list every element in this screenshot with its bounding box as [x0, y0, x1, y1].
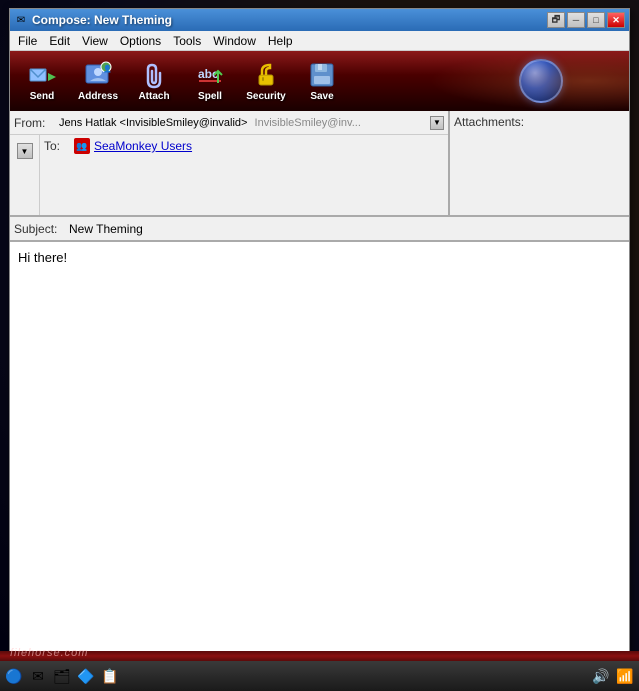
menu-bar: File Edit View Options Tools Window Help: [10, 31, 629, 51]
save-icon: [308, 61, 336, 89]
menu-help[interactable]: Help: [262, 32, 299, 50]
from-label: From:: [14, 116, 59, 130]
taskbar-icon-3[interactable]: 🔷: [76, 666, 96, 686]
to-row-3: [40, 179, 448, 201]
taskbar-start-icon[interactable]: 🔵: [4, 666, 24, 686]
address-section: From: Jens Hatlak <InvisibleSmiley@inval…: [10, 111, 449, 215]
to-row: To: 👥 SeaMonkey Users: [40, 135, 448, 157]
to-content: 👥 SeaMonkey Users: [74, 138, 444, 154]
title-buttons: 🗗 ─ □ ✕: [547, 12, 625, 28]
send-button[interactable]: Send: [16, 55, 68, 107]
window-icon: ✉: [14, 13, 28, 27]
to-arrow[interactable]: ▼: [17, 143, 33, 159]
attachments-label: Attachments:: [454, 115, 625, 129]
recipient-icon-symbol: 👥: [76, 141, 87, 152]
from-secondary: InvisibleSmiley@inv...: [255, 117, 361, 129]
attachments-section: Attachments:: [449, 111, 629, 215]
from-row: From: Jens Hatlak <InvisibleSmiley@inval…: [10, 111, 448, 135]
compose-area: From: Jens Hatlak <InvisibleSmiley@inval…: [10, 111, 629, 677]
to-row-2: [40, 157, 448, 179]
taskbar-right: 🔊 📶: [591, 666, 635, 686]
recipient-icon: 👥: [74, 138, 90, 154]
subject-value: New Theming: [69, 222, 143, 236]
taskbar-volume-icon[interactable]: 🔊: [591, 666, 611, 686]
minimize-button[interactable]: ─: [567, 12, 585, 28]
filehorse-text: filehorse.com: [10, 647, 88, 659]
address-label: Address: [78, 91, 118, 102]
to-label: To:: [44, 139, 74, 153]
taskbar-icon-4[interactable]: 📋: [100, 666, 120, 686]
title-bar: ✉ Compose: New Theming 🗗 ─ □ ✕: [10, 9, 629, 31]
subject-label: Subject:: [14, 222, 69, 236]
body-area[interactable]: Hi there!: [10, 240, 629, 677]
to-right: To: 👥 SeaMonkey Users: [40, 135, 448, 215]
title-bar-left: ✉ Compose: New Theming: [14, 13, 172, 27]
svg-text:👤: 👤: [103, 64, 112, 73]
attach-icon: [140, 61, 168, 89]
save-label: Save: [310, 91, 333, 102]
restore-button[interactable]: 🗗: [547, 12, 565, 28]
security-label: Security: [246, 91, 285, 102]
menu-edit[interactable]: Edit: [43, 32, 76, 50]
taskbar-network-icon[interactable]: 📶: [615, 666, 635, 686]
taskbar: 🔵 ✉ 🗂 🔷 📋 🔊 📶: [0, 661, 639, 691]
header-section: From: Jens Hatlak <InvisibleSmiley@inval…: [10, 111, 629, 216]
menu-window[interactable]: Window: [207, 32, 262, 50]
spell-button[interactable]: abc Spell: [184, 55, 236, 107]
menu-view[interactable]: View: [76, 32, 114, 50]
recipient-name[interactable]: SeaMonkey Users: [94, 139, 192, 153]
compose-window: ✉ Compose: New Theming 🗗 ─ □ ✕ File Edit…: [9, 8, 630, 678]
taskbar-mail-icon[interactable]: ✉: [28, 666, 48, 686]
from-dropdown[interactable]: ▼: [430, 116, 444, 130]
window-title: Compose: New Theming: [32, 13, 172, 27]
send-label: Send: [30, 91, 54, 102]
menu-tools[interactable]: Tools: [167, 32, 207, 50]
address-button[interactable]: 👤 Address: [72, 55, 124, 107]
save-button[interactable]: Save: [296, 55, 348, 107]
send-icon: [28, 61, 56, 89]
to-section: ▼ To: 👥 SeaMonkey Users: [10, 135, 448, 215]
spell-label: Spell: [198, 91, 222, 102]
menu-options[interactable]: Options: [114, 32, 167, 50]
from-name: Jens Hatlak <InvisibleSmiley@invalid>: [59, 117, 247, 129]
attach-button[interactable]: Attach: [128, 55, 180, 107]
menu-file[interactable]: File: [12, 32, 43, 50]
subject-row: Subject: New Theming: [10, 216, 629, 240]
maximize-button[interactable]: □: [587, 12, 605, 28]
toolbar-globe: [519, 59, 563, 103]
to-left: ▼: [10, 135, 40, 215]
security-button[interactable]: Security: [240, 55, 292, 107]
taskbar-icon-2[interactable]: 🗂: [52, 666, 72, 686]
spell-icon: abc: [196, 61, 224, 89]
security-icon: [252, 61, 280, 89]
attach-label: Attach: [138, 91, 169, 102]
watermark-bar: [0, 651, 639, 661]
close-button[interactable]: ✕: [607, 12, 625, 28]
address-icon: 👤: [84, 61, 112, 89]
toolbar: Send 👤 Address Attach: [10, 51, 629, 111]
body-text: Hi there!: [18, 250, 67, 265]
from-value: Jens Hatlak <InvisibleSmiley@invalid> In…: [59, 117, 430, 129]
